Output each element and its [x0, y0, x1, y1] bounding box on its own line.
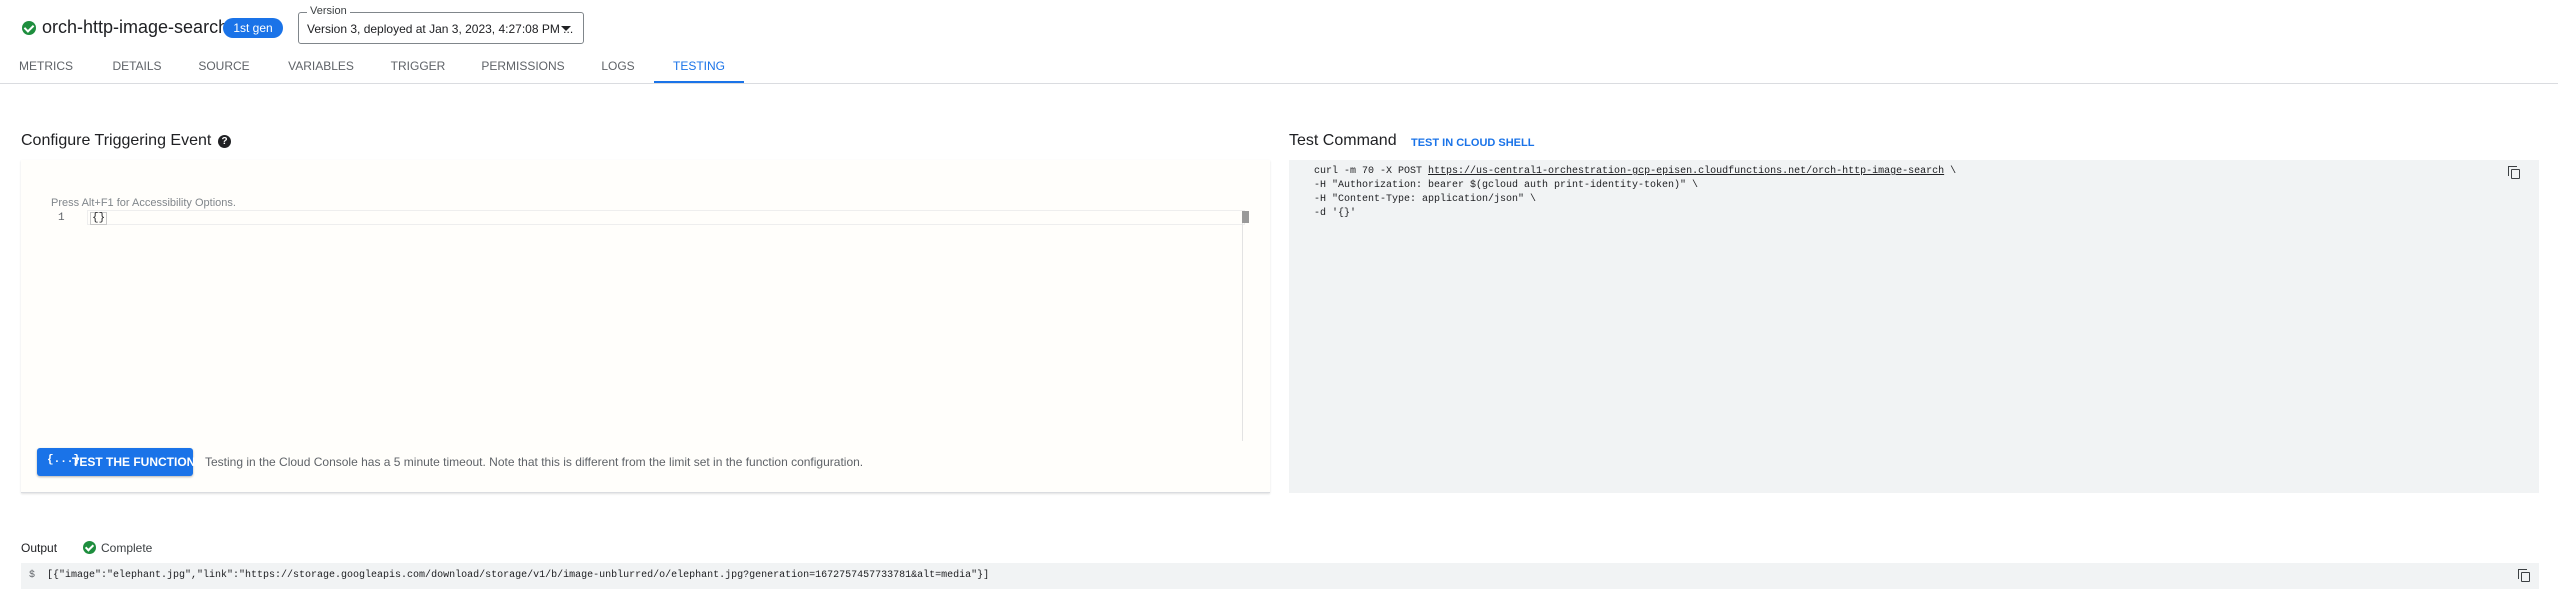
tab-trigger[interactable]: TRIGGER: [381, 53, 455, 83]
output-text: [{"image":"elephant.jpg","link":"https:/…: [47, 570, 990, 581]
dropdown-arrow-icon: [561, 26, 571, 31]
function-url-link[interactable]: https://us-central1-orchestration-gcp-ep…: [1428, 166, 1944, 177]
output-prompt: $: [29, 570, 36, 581]
command-line-1-prefix: curl -m 70 -X POST: [1314, 166, 1429, 177]
help-icon[interactable]: ?: [218, 135, 231, 148]
tab-testing[interactable]: TESTING: [654, 53, 744, 83]
editor-scrollbar-thumb[interactable]: [1242, 211, 1249, 223]
test-command-box: [1289, 160, 2539, 493]
tab-source[interactable]: SOURCE: [186, 53, 262, 83]
complete-check-icon: [83, 541, 96, 554]
version-select-label: Version: [307, 5, 350, 17]
command-line-3: -H "Content-Type: application/json" \: [1314, 194, 1537, 205]
timeout-note: Testing in the Cloud Console has a 5 min…: [205, 455, 864, 469]
trigger-section-title: Configure Triggering Event: [21, 132, 212, 149]
version-select-value: Version 3, deployed at Jan 3, 2023, 4:27…: [307, 22, 574, 36]
tab-bar: METRICS DETAILS SOURCE VARIABLES TRIGGER…: [0, 53, 2558, 84]
command-line-1: curl -m 70 -X POST https://us-central1-o…: [1314, 166, 1956, 177]
command-line-2: -H "Authorization: bearer $(gcloud auth …: [1314, 180, 1699, 191]
editor-code-input[interactable]: {}: [90, 212, 108, 225]
deployed-status-check-icon: [22, 21, 36, 35]
test-function-button[interactable]: {...} TEST THE FUNCTION: [37, 448, 196, 476]
editor-line-number: 1: [58, 212, 65, 224]
command-line-4: -d '{}': [1314, 208, 1357, 219]
editor-current-line[interactable]: [87, 210, 1245, 225]
gen-badge: 1st gen: [223, 18, 283, 38]
output-status: Complete: [101, 541, 153, 555]
editor-scrollbar-track[interactable]: [1242, 211, 1243, 441]
tab-logs[interactable]: LOGS: [590, 53, 646, 83]
function-name-title: orch-http-image-search: [42, 17, 229, 37]
command-line-1-suffix: \: [1944, 166, 1957, 177]
editor-accessibility-hint: Press Alt+F1 for Accessibility Options.: [51, 197, 236, 209]
tab-variables[interactable]: VARIABLES: [278, 53, 364, 83]
copy-output-icon[interactable]: [2518, 569, 2530, 582]
test-in-cloud-shell-link[interactable]: TEST IN CLOUD SHELL: [1411, 137, 1534, 149]
copy-command-icon[interactable]: [2508, 166, 2520, 179]
version-select[interactable]: Version Version 3, deployed at Jan 3, 20…: [298, 5, 584, 44]
tab-details[interactable]: DETAILS: [98, 53, 176, 83]
test-function-button-label: TEST THE FUNCTION: [72, 455, 196, 469]
output-label: Output: [21, 541, 58, 555]
tab-permissions[interactable]: PERMISSIONS: [473, 53, 573, 83]
tab-metrics[interactable]: METRICS: [0, 53, 92, 83]
test-command-title: Test Command: [1289, 132, 1397, 149]
